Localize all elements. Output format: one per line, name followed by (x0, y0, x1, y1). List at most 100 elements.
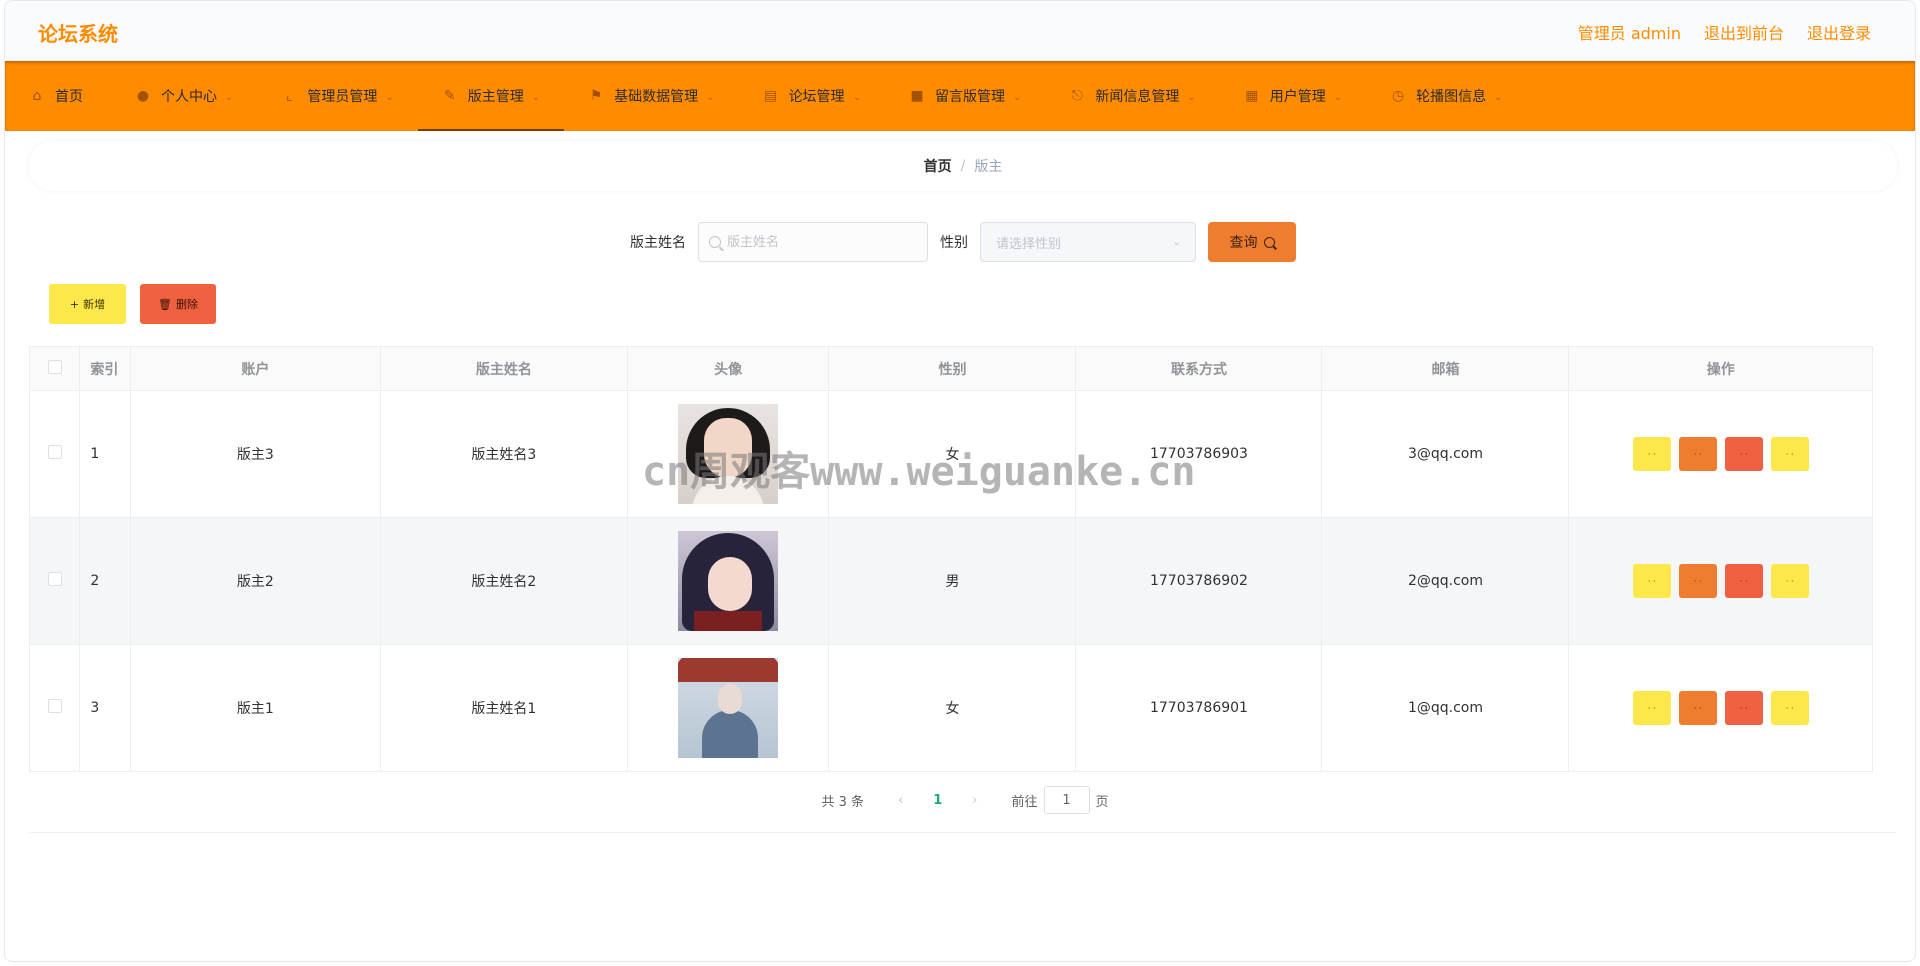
gender-cell: 女 (828, 644, 1077, 772)
nav-item-user-management[interactable]: ▦ 用户管理 ⌄ (1220, 61, 1366, 131)
app-window: 论坛系统 管理员 admin 退出到前台 退出登录 ⌂ 首页 ● 个人中心 ⌄ … (4, 0, 1916, 962)
gender-label: 性别 (940, 235, 968, 251)
phone-cell: 17703786901 (1075, 644, 1323, 772)
goto-page-input[interactable] (1043, 786, 1090, 814)
next-page-icon[interactable]: › (972, 793, 977, 808)
document-icon: ▤ (763, 88, 778, 104)
folder-icon: ■ (910, 88, 924, 104)
column-header: 操作 (1568, 346, 1873, 391)
logout-link[interactable]: 退出登录 (1807, 20, 1871, 44)
gender-cell: 女 (828, 390, 1077, 518)
table-row: 3 版主1 版主姓名1 女 17703786901 1@qq.com · · ·… (28, 644, 1873, 772)
mic-icon: ⎋ (1071, 88, 1083, 104)
exit-to-front-link[interactable]: 退出到前台 (1704, 20, 1784, 44)
select-all-cell (28, 346, 81, 391)
gender-cell: 男 (828, 517, 1077, 645)
name-search-wrapper (698, 222, 928, 262)
more-button[interactable]: · · (1770, 691, 1809, 725)
flag-icon: ⚑ (589, 88, 603, 104)
nav-label: 留言版管理 (934, 89, 1005, 105)
nav-label: 管理员管理 (307, 89, 378, 105)
name-search-label: 版主姓名 (630, 235, 686, 251)
avatar[interactable] (678, 531, 779, 631)
admin-user-link[interactable]: 管理员 admin (1578, 20, 1681, 44)
operations-cell: · · · · · · · · (1568, 517, 1873, 645)
action-buttons: + 新增 🗑 删除 (49, 284, 216, 324)
delete-row-button[interactable]: · · (1724, 691, 1763, 725)
nav-label: 个人中心 (161, 89, 217, 105)
nav-item-home[interactable]: ⌂ 首页 (5, 61, 111, 131)
row-select-cell (28, 390, 81, 518)
details-button[interactable]: · · (1632, 564, 1671, 598)
select-all-checkbox[interactable] (47, 359, 62, 374)
chevron-down-icon: ⌄ (531, 91, 541, 103)
account-cell: 版主2 (129, 517, 381, 645)
add-button-label: 新增 (83, 298, 106, 311)
query-button-label: 查询 (1229, 235, 1258, 251)
pagination-goto: 前往 页 (1011, 786, 1109, 814)
delete-row-button[interactable]: · · (1724, 564, 1763, 598)
nav-item-personal-center[interactable]: ● 个人中心 ⌄ (111, 61, 257, 131)
edit-button[interactable]: · · (1678, 437, 1717, 471)
pagination: 共 3 条 ‹ 1 › 前往 页 (5, 785, 1915, 815)
column-header: 性别 (828, 346, 1077, 391)
top-header: 论坛系统 管理员 admin 退出到前台 退出登录 (5, 1, 1915, 61)
row-select-cell (28, 644, 81, 772)
nav-label: 论坛管理 (788, 89, 845, 105)
name-search-input[interactable] (727, 234, 917, 250)
brand-title: 论坛系统 (38, 22, 118, 46)
chevron-down-icon: ⌄ (385, 91, 394, 103)
column-header: 账户 (129, 346, 381, 391)
page-number-current[interactable]: 1 (933, 793, 942, 808)
more-button[interactable]: · · (1770, 564, 1809, 598)
account-cell: 版主3 (129, 390, 381, 518)
nav-item-moderator-management[interactable]: ✎ 版主管理 ⌄ (417, 61, 565, 131)
nav-item-basic-data[interactable]: ⚑ 基础数据管理 ⌄ (564, 61, 738, 131)
query-button[interactable]: 查询 (1208, 222, 1296, 262)
delete-button[interactable]: 🗑 删除 (140, 284, 216, 324)
prev-page-icon[interactable]: ‹ (898, 793, 903, 808)
name-cell: 版主姓名2 (379, 517, 628, 645)
chevron-down-icon: ⌄ (706, 91, 715, 103)
row-checkbox[interactable] (47, 572, 62, 586)
nav-label: 新闻信息管理 (1095, 89, 1180, 105)
row-checkbox[interactable] (47, 699, 62, 713)
table-row: 1 版主3 版主姓名3 女 17703786903 3@qq.com · · ·… (28, 390, 1873, 518)
avatar[interactable] (678, 658, 779, 758)
breadcrumb-separator: / (960, 158, 966, 174)
avatar[interactable] (678, 404, 779, 504)
index-cell: 3 (79, 644, 131, 772)
moderator-table: 索引 账户 版主姓名 头像 性别 联系方式 邮箱 操作 1 版主3 版主姓名3 … (28, 346, 1873, 772)
table-row: 2 版主2 版主姓名2 男 17703786902 2@qq.com · · ·… (28, 517, 1873, 645)
edit-button[interactable]: · · (1678, 691, 1717, 725)
nav-item-forum-management[interactable]: ▤ 论坛管理 ⌄ (739, 61, 885, 131)
trash-icon: 🗑 (158, 297, 172, 311)
details-button[interactable]: · · (1632, 691, 1671, 725)
index-cell: 2 (79, 517, 131, 645)
search-icon (1263, 236, 1275, 248)
column-header: 版主姓名 (379, 346, 628, 391)
more-button[interactable]: · · (1770, 437, 1809, 471)
row-checkbox[interactable] (47, 445, 62, 459)
operations-cell: · · · · · · · · (1568, 644, 1873, 772)
edit-button[interactable]: · · (1678, 564, 1717, 598)
clock-icon: ◷ (1392, 88, 1405, 104)
phone-cell: 17703786903 (1075, 390, 1323, 518)
add-button[interactable]: + 新增 (49, 284, 126, 324)
nav-item-carousel-info[interactable]: ◷ 轮播图信息 ⌄ (1366, 61, 1526, 131)
nav-item-guestbook-management[interactable]: ■ 留言版管理 ⌄ (885, 61, 1045, 131)
delete-row-button[interactable]: · · (1724, 437, 1763, 471)
gender-select[interactable]: 请选择性别 ⌄ (980, 222, 1196, 262)
details-button[interactable]: · · (1632, 437, 1671, 471)
column-header: 邮箱 (1321, 346, 1570, 391)
user-icon: ● (136, 88, 150, 104)
panel-bottom-divider (29, 832, 1897, 833)
home-icon: ⌂ (32, 88, 42, 104)
search-icon (709, 236, 721, 248)
row-select-cell (28, 517, 81, 645)
crop-icon: ⌞ (286, 88, 293, 104)
chevron-down-icon: ⌄ (1172, 236, 1181, 248)
nav-item-news-management[interactable]: ⎋ 新闻信息管理 ⌄ (1045, 61, 1219, 131)
breadcrumb-home[interactable]: 首页 (924, 156, 952, 176)
nav-item-admin-management[interactable]: ⌞ 管理员管理 ⌄ (257, 61, 417, 131)
